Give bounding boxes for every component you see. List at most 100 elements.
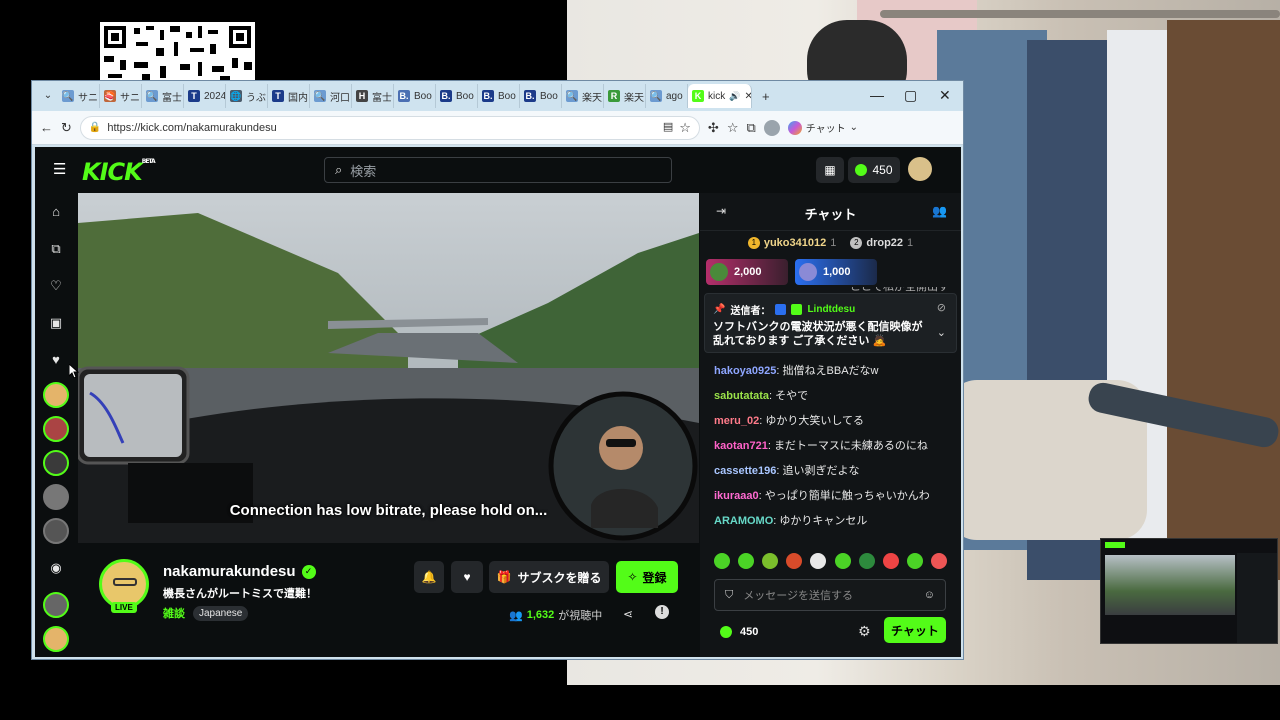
chat-message[interactable]: ARAMOMO: ゆかりキャンセル: [700, 509, 961, 534]
emote-icon[interactable]: [762, 553, 779, 569]
kick-logo[interactable]: KICKBETA: [82, 158, 156, 186]
emote-icon[interactable]: [882, 553, 899, 569]
chat-input[interactable]: ⛉ メッセージを送信する ☺: [714, 579, 946, 611]
chat-message[interactable]: cassette196: 追い剥ぎだよな: [700, 459, 961, 484]
video-player[interactable]: Connection has low bitrate, please hold …: [78, 193, 699, 543]
maximize-icon[interactable]: ▢: [904, 87, 917, 104]
browser-tab[interactable]: H 富士: [352, 84, 394, 108]
new-tab-icon[interactable]: +: [762, 90, 770, 103]
browser-tab[interactable]: 🔍 サニ: [58, 84, 100, 108]
chat-settings-icon[interactable]: ⚙: [858, 623, 871, 640]
browser-tab[interactable]: T 国内: [268, 84, 310, 108]
close-window-icon[interactable]: ✕: [939, 87, 951, 104]
tab-close-icon[interactable]: ✕: [744, 91, 751, 102]
chat-message[interactable]: meru_02: ゆかり大笑いしてる: [700, 409, 961, 434]
chat-message[interactable]: ikuraaa0: やっぱり簡単に触っちゃいかんわ: [700, 484, 961, 509]
browser-tab[interactable]: B. Boo: [478, 84, 520, 108]
recommended-channel-avatar[interactable]: [43, 592, 69, 618]
user-avatar[interactable]: [908, 157, 932, 181]
followed-channel-avatar[interactable]: [43, 518, 69, 544]
followed-channel-avatar[interactable]: [43, 382, 69, 408]
following-icon[interactable]: ♡: [35, 267, 77, 304]
expand-chevron-icon[interactable]: ⌄: [937, 326, 946, 339]
chat-message[interactable]: sabutatata: そやで: [700, 384, 961, 409]
chat-message[interactable]: hakoya0925: 拙僧ねえBBAだなw: [700, 359, 961, 384]
kicks-tile[interactable]: 2,000: [706, 259, 788, 285]
emoji-icon[interactable]: ☺: [924, 589, 935, 601]
emote-icon[interactable]: [786, 553, 803, 569]
browser-tab[interactable]: B. Boo: [436, 84, 478, 108]
browser-tab[interactable]: 🔍 河口: [310, 84, 352, 108]
browser-tab[interactable]: 🌐 うぶ: [226, 84, 268, 108]
browser-tab[interactable]: B. Boo: [520, 84, 562, 108]
url-field[interactable]: 🔒 https://kick.com/nakamurakundesu ▤ ☆: [79, 115, 700, 140]
emote-icon[interactable]: [930, 553, 947, 569]
emote-icon[interactable]: [834, 553, 851, 569]
chat-username[interactable]: hakoya0925: [714, 365, 776, 377]
browser-tab[interactable]: R 楽天: [604, 84, 646, 108]
chat-username[interactable]: cassette196: [714, 465, 776, 477]
chat-username[interactable]: meru_02: [714, 415, 759, 427]
browse-icon[interactable]: ⧉: [35, 230, 77, 267]
extensions-icon[interactable]: ✣: [708, 121, 719, 134]
language-tag[interactable]: Japanese: [193, 605, 249, 621]
notification-bell-button[interactable]: 🔔: [414, 561, 444, 593]
chat-username[interactable]: sabutatata: [714, 390, 769, 402]
report-icon[interactable]: !: [655, 605, 669, 619]
kicks-points-button[interactable]: 450: [848, 157, 900, 183]
followed-channel-avatar[interactable]: [43, 416, 69, 442]
unpin-icon[interactable]: ⊘: [937, 301, 946, 314]
browser-tab[interactable]: Kkick🔊 ✕: [688, 84, 752, 108]
menu-icon[interactable]: ☰: [53, 162, 66, 177]
send-chat-button[interactable]: チャット: [884, 617, 946, 643]
browser-tab[interactable]: T 2024: [184, 84, 226, 108]
browser-tab[interactable]: 🔍 ago: [646, 84, 688, 108]
browser-tab[interactable]: 🔍 富士: [142, 84, 184, 108]
favorite-star-icon[interactable]: ☆: [679, 121, 691, 134]
back-icon[interactable]: ←: [40, 121, 53, 134]
chat-users-icon[interactable]: 👥: [932, 204, 947, 218]
emote-icon[interactable]: [906, 553, 923, 569]
follow-heart-button[interactable]: ♥: [451, 561, 483, 593]
search-input[interactable]: ⌕ 検索: [324, 157, 672, 183]
gift-sub-button[interactable]: 🎁 サブスクを贈る: [489, 561, 609, 593]
tab-audio-icon[interactable]: 🔊: [729, 91, 740, 102]
refresh-icon[interactable]: ↻: [61, 121, 72, 134]
store-button[interactable]: ▦: [816, 157, 844, 183]
followed-channel-avatar[interactable]: [43, 484, 69, 510]
browser-tab[interactable]: 🔍 楽天: [562, 84, 604, 108]
chat-username[interactable]: ARAMOMO: [714, 515, 773, 527]
home-icon[interactable]: ⌂: [35, 193, 77, 230]
favorites-icon[interactable]: ☆: [727, 121, 739, 134]
emote-icon[interactable]: [858, 553, 875, 569]
category-link[interactable]: 雑談: [163, 605, 185, 621]
recommended-icon[interactable]: ◉: [35, 548, 77, 588]
browser-tab[interactable]: 🍣 サニ: [100, 84, 142, 108]
pinned-sender[interactable]: Lindtdesu: [807, 304, 855, 315]
gifter-name[interactable]: drop22: [866, 237, 903, 249]
emote-icon[interactable]: [810, 553, 827, 569]
clips-icon[interactable]: ▣: [35, 304, 77, 341]
channel-name[interactable]: nakamurakundesu: [163, 563, 296, 580]
subscribe-label: 登録: [642, 570, 667, 585]
profile-avatar[interactable]: [763, 119, 780, 136]
reader-icon[interactable]: ▤: [663, 122, 673, 133]
gifter-name[interactable]: yuko341012: [764, 237, 826, 249]
recommended-channel-avatar[interactable]: [43, 626, 69, 652]
tab-favicon-icon: B.: [440, 90, 452, 102]
kicks-tile[interactable]: 1,000: [795, 259, 877, 285]
subscribe-button[interactable]: ✧ 登録: [616, 561, 678, 593]
collections-icon[interactable]: ⧉: [746, 121, 755, 134]
browser-tab[interactable]: B. Boo: [394, 84, 436, 108]
chat-message[interactable]: kaotan721: まだトーマスに未練あるのにね: [700, 434, 961, 459]
copilot-button[interactable]: チャット ⌄: [787, 120, 858, 135]
followed-channel-avatar[interactable]: [43, 450, 69, 476]
chat-username[interactable]: kaotan721: [714, 440, 768, 452]
pinned-message[interactable]: 📌 送信者： Lindtdesu ⊘ ソフトバンクの電波状況が悪く配信映像が乱れ…: [704, 293, 957, 353]
emote-icon[interactable]: [714, 553, 731, 569]
share-icon[interactable]: ⋖: [623, 607, 633, 621]
minimize-icon[interactable]: —: [870, 87, 884, 103]
emote-icon[interactable]: [738, 553, 755, 569]
chat-username[interactable]: ikuraaa0: [714, 490, 759, 502]
tab-list-icon[interactable]: ⌄: [38, 91, 58, 101]
